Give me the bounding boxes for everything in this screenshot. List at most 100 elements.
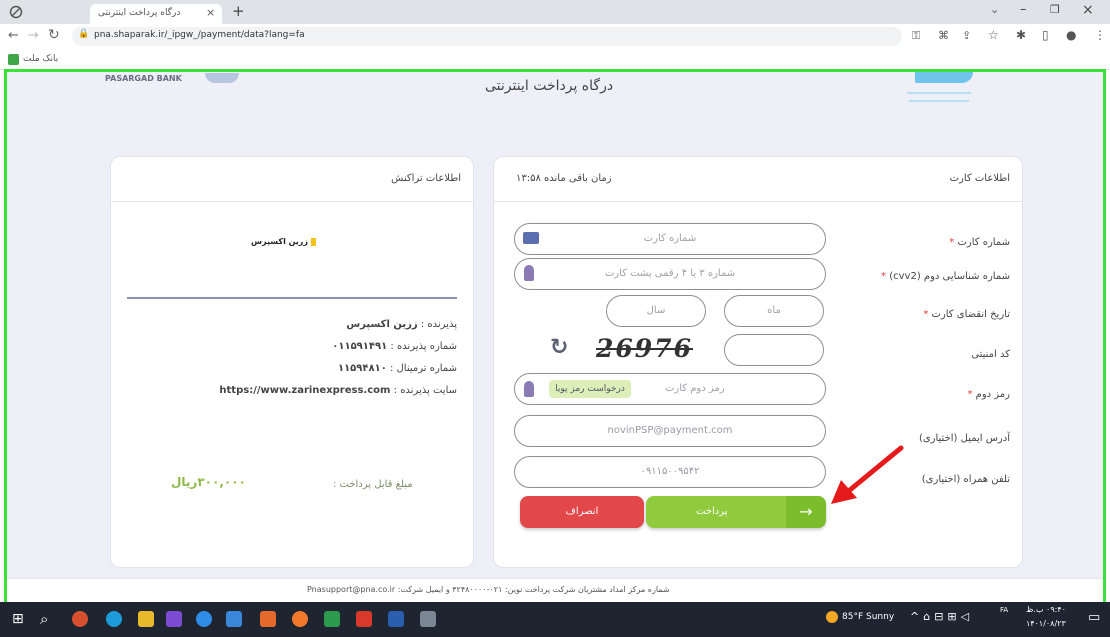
share-icon[interactable]: ⇪ [962,29,971,42]
extensions-icon[interactable]: ✱ [1016,28,1026,42]
profile-icon[interactable]: ● [1066,28,1076,42]
card-info-panel: اطلاعات کارت زمان باقی مانده ۱۳:۵۸ شماره… [493,156,1023,568]
page-title: درگاه پرداخت اینترنتی [485,78,614,94]
app-icon-3[interactable] [226,611,242,627]
address-row: ← → ↻ 🔒 pna.shaparak.ir/_ipgw_/payment/d… [0,24,1110,49]
bookmark-favicon-icon [8,53,19,65]
taskbar-search-icon[interactable]: ⌕ [40,610,48,628]
bookmark-star-icon[interactable]: ☆ [988,28,999,42]
notifications-icon[interactable]: ▭ [1088,610,1100,625]
card-icon [523,232,539,244]
file-explorer-icon[interactable] [138,611,154,627]
mobile-value: ۰۹۱۱۵۰۰۹۵۴۲ [640,466,700,477]
tab-search-icon[interactable]: ⌄ [990,3,999,16]
windows-start-icon[interactable]: ⊞ [12,611,24,627]
card-panel-divider [494,201,1022,202]
pay-button[interactable]: پرداخت → [646,496,826,528]
card-number-label-text: شماره کارت [957,237,1010,248]
window-close-icon[interactable]: × [1082,2,1094,18]
cvv2-input[interactable]: شماره ۳ یا ۴ رقمی پشت کارت [514,258,826,290]
expiry-year-input[interactable]: سال [606,295,706,327]
key-icon[interactable]: ⚿ [912,29,920,43]
pay-button-label: پرداخت [696,506,728,517]
menu-icon[interactable]: ⋮ [1094,28,1106,42]
system-tray-icons[interactable]: ^⌂⊟⊞◁ [910,610,973,623]
otp-request-button[interactable]: درخواست رمز پویا [549,380,631,398]
sun-icon [826,611,838,623]
back-icon[interactable]: ← [8,28,19,43]
hand-card-icon [524,265,534,281]
input-language[interactable]: FA [1000,606,1008,614]
merchant-name-label: پذیرنده : [420,319,457,330]
email-input[interactable]: novinPSP@payment.com [514,415,826,447]
merchant-site-value: https://www.zarinexpress.com [219,385,391,396]
expiry-year-placeholder: سال [646,305,666,316]
pin2-label: رمز دوم * [967,389,1010,400]
merchant-divider [127,297,457,299]
required-mark: * [949,237,955,248]
forward-icon[interactable]: → [28,28,39,43]
app-icon-4[interactable] [260,611,276,627]
firefox-icon[interactable] [292,611,308,627]
arrow-right-icon: → [786,496,826,528]
app-icon-6[interactable] [356,611,372,627]
tab-title: درگاه پرداخت اینترنتی [98,8,181,18]
card-number-input[interactable]: شماره کارت [514,223,826,255]
amount-label: مبلغ قابل پرداخت : [333,479,413,490]
tab-close-icon[interactable]: × [206,6,215,19]
cvv2-placeholder: شماره ۳ یا ۴ رقمی پشت کارت [604,268,736,279]
merchant-site-label: سایت پذیرنده : [393,385,457,396]
weather-text[interactable]: 85°F Sunny [842,612,894,622]
address-text[interactable]: pna.shaparak.ir/_ipgw_/payment/data?lang… [94,30,305,40]
merchant-logo: زرین اکسپرس [251,237,317,246]
sidebar-icon[interactable]: ▯ [1042,28,1049,42]
app-icon-5[interactable] [324,611,340,627]
blocked-icon [9,5,23,19]
bookmark-item[interactable]: بانک ملت [8,52,58,66]
required-mark: * [967,389,973,400]
clock-date[interactable]: ۱۴۰۱/۰۸/۲۳ [1026,619,1066,628]
captcha-input[interactable] [724,334,824,366]
pin2-label-text: رمز دوم [975,389,1010,400]
translate-icon[interactable]: ⌘ [938,29,949,42]
merchant-logo-icon [311,237,317,246]
merchant-id-value: ۰۱۱۵۹۱۴۹۱ [332,341,388,352]
address-bar[interactable]: 🔒 pna.shaparak.ir/_ipgw_/payment/data?la… [72,27,902,46]
hand-card-icon [524,381,534,397]
transaction-info-panel: اطلاعات تراکنش زرین اکسپرس پذیرنده : زری… [110,156,474,568]
terminal-id-row: شماره ترمینال : ۱۱۵۹۴۸۱۰ [338,363,457,374]
bookmark-label: بانک ملت [23,54,59,64]
terminal-id-label: شماره ترمینال : [389,363,457,374]
reload-icon[interactable]: ↻ [48,27,60,43]
cvv2-label-text: شماره شناسایی دوم (cvv2) [889,271,1010,282]
lock-icon[interactable]: 🔒 [78,29,89,39]
edge-icon[interactable] [106,611,122,627]
maximize-icon[interactable]: ❐ [1050,3,1060,16]
merchant-logo-text: زرین اکسپرس [251,237,309,246]
app-icon-7[interactable] [388,611,404,627]
browser-tab[interactable]: درگاه پرداخت اینترنتی × [90,4,222,24]
minimize-icon[interactable]: – [1020,2,1027,17]
pin2-input[interactable]: درخواست رمز پویا رمز دوم کارت [514,373,826,405]
new-tab-icon[interactable]: + [232,2,245,20]
transaction-panel-title: اطلاعات تراکنش [391,173,461,184]
clock-time[interactable]: ۰۹:۴۰ ب.ظ [1026,605,1066,614]
card-number-placeholder: شماره کارت [643,233,697,244]
app-icon-2[interactable] [196,611,212,627]
captcha-label: کد امنیتی [971,349,1010,360]
refresh-captcha-icon[interactable]: ↻ [550,335,568,360]
psp-logo-icon [907,72,977,112]
payment-page: PASARGAD BANK درگاه پرداخت اینترنتی اطلا… [4,69,1106,603]
cancel-button[interactable]: انصراف [520,496,644,528]
mobile-input[interactable]: ۰۹۱۱۵۰۰۹۵۴۲ [514,456,826,488]
card-panel-title: اطلاعات کارت [949,173,1010,184]
chrome-icon[interactable] [72,611,88,627]
browser-tab-bar: درگاه پرداخت اینترنتی × + ⌄ – ❐ × [0,0,1110,24]
terminal-id-value: ۱۱۵۹۴۸۱۰ [337,363,387,374]
app-icon-1[interactable] [166,611,182,627]
expiry-label-text: تاریخ انقضای کارت [931,309,1010,320]
email-label: آدرس ایمیل (اختیاری) [918,433,1010,444]
app-icon-8[interactable] [420,611,436,627]
captcha-image: 26976 [596,334,693,363]
expiry-month-input[interactable]: ماه [724,295,824,327]
